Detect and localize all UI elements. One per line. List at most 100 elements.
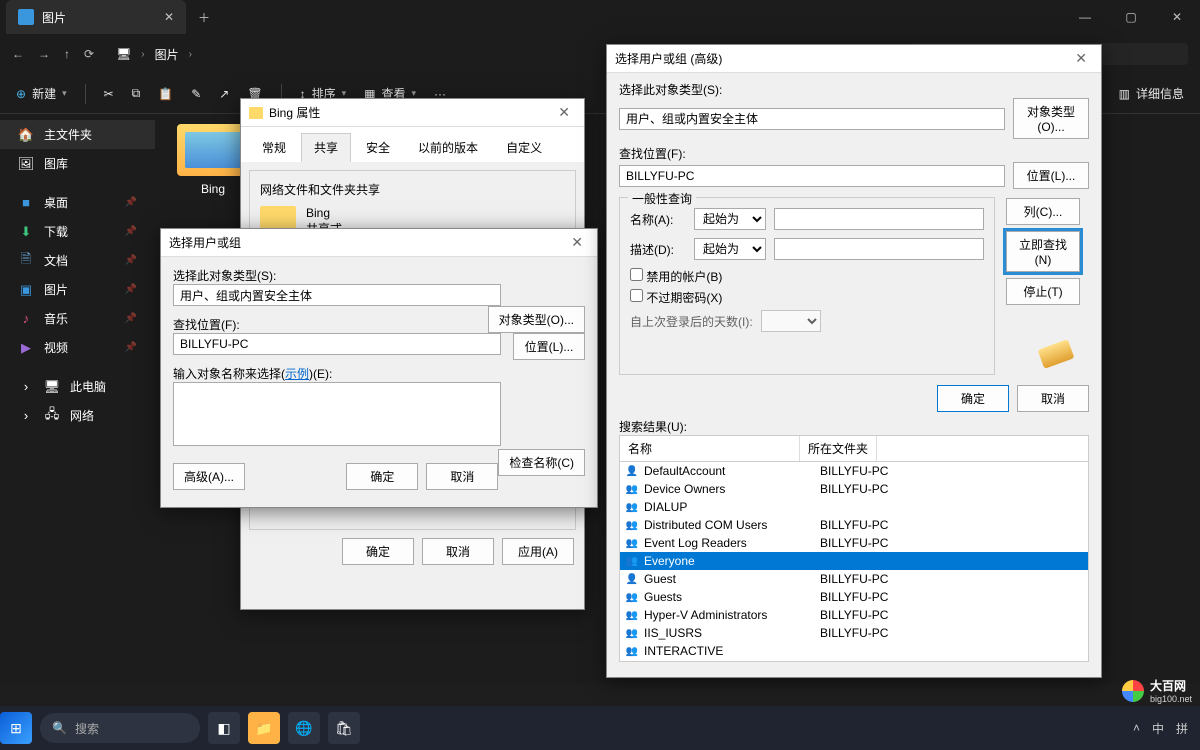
tab-custom[interactable]: 自定义	[493, 133, 555, 162]
start-button[interactable]: ⊞	[0, 712, 32, 744]
tab-security[interactable]: 安全	[353, 133, 403, 162]
path-segment[interactable]: 图片	[155, 46, 179, 63]
result-row[interactable]: 👤GuestBILLYFU-PC	[620, 570, 1088, 588]
principal-icon: 👥	[624, 482, 640, 496]
cancel-button[interactable]: 取消	[1017, 385, 1089, 412]
desc-match-select[interactable]: 起始为	[694, 238, 766, 260]
address-bar[interactable]: 🖥 › 图片 ›	[116, 46, 192, 63]
column-folder[interactable]: 所在文件夹	[800, 436, 877, 461]
principal-icon: 👥	[624, 536, 640, 550]
days-since-logon-label: 自上次登录后的天数(I):	[630, 313, 753, 330]
result-row[interactable]: 👥Hyper-V AdministratorsBILLYFU-PC	[620, 606, 1088, 624]
check-names-button[interactable]: 检查名称(C)	[498, 449, 585, 476]
system-tray[interactable]: ˄ 中 拼	[1133, 720, 1200, 737]
locations-button[interactable]: 位置(L)...	[1013, 162, 1089, 189]
columns-button[interactable]: 列(C)...	[1006, 198, 1080, 225]
cancel-button[interactable]: 取消	[422, 538, 494, 565]
tab-sharing[interactable]: 共享	[301, 133, 351, 162]
music-icon: ♪	[18, 311, 34, 327]
result-row[interactable]: 👥GuestsBILLYFU-PC	[620, 588, 1088, 606]
chevron-up-icon[interactable]: ˄	[1133, 721, 1140, 735]
taskbar-search[interactable]: 🔍搜索	[40, 713, 200, 743]
ime-lang1[interactable]: 中	[1152, 720, 1164, 737]
name-match-select[interactable]: 起始为	[694, 208, 766, 230]
watermark: 大百网big100.net	[1122, 677, 1192, 704]
rename-button[interactable]: ✎	[191, 87, 201, 101]
ok-button[interactable]: 确定	[346, 463, 418, 490]
new-button[interactable]: ⊕新建▾	[16, 85, 67, 102]
nonexpiring-password-checkbox[interactable]	[630, 289, 643, 302]
result-row[interactable]: 👥INTERACTIVE	[620, 642, 1088, 660]
paste-button[interactable]: 📋	[158, 87, 173, 101]
ime-lang2[interactable]: 拼	[1176, 720, 1188, 737]
disabled-accounts-checkbox[interactable]	[630, 268, 643, 281]
sidebar-pictures[interactable]: ▣图片📌	[0, 275, 155, 304]
close-window-button[interactable]: ✕	[1154, 0, 1200, 34]
column-name[interactable]: 名称	[620, 436, 800, 461]
up-button[interactable]: ↑	[64, 47, 70, 61]
close-button[interactable]: ✕	[552, 104, 576, 121]
explorer-taskbar-icon[interactable]: 📁	[248, 712, 280, 744]
store-taskbar-icon[interactable]: 🛍	[328, 712, 360, 744]
apply-button[interactable]: 应用(A)	[502, 538, 574, 565]
locations-button[interactable]: 位置(L)...	[513, 333, 585, 360]
sidebar-network[interactable]: ›🖧网络	[0, 401, 155, 430]
location-input[interactable]	[619, 165, 1005, 187]
close-button[interactable]: ✕	[1069, 50, 1093, 67]
advanced-button[interactable]: 高级(A)...	[173, 463, 245, 490]
find-now-button[interactable]: 立即查找(N)	[1006, 231, 1080, 272]
stop-button[interactable]: 停止(T)	[1006, 278, 1080, 305]
sidebar-videos[interactable]: ▶视频📌	[0, 333, 155, 362]
location-label: 查找位置(F):	[173, 318, 240, 332]
sidebar-downloads[interactable]: ⬇下载📌	[0, 217, 155, 246]
object-type-input[interactable]	[619, 108, 1005, 130]
ok-button[interactable]: 确定	[342, 538, 414, 565]
cut-button[interactable]: ✂	[104, 87, 114, 101]
titlebar: 图片 ✕ ＋ — ▢ ✕	[0, 0, 1200, 34]
copy-button[interactable]: ⧉	[132, 86, 141, 101]
window-tab[interactable]: 图片 ✕	[6, 0, 186, 34]
result-row[interactable]: 👥Everyone	[620, 552, 1088, 570]
result-row[interactable]: 👤IUSR	[620, 660, 1088, 662]
ok-button[interactable]: 确定	[937, 385, 1009, 412]
share-button[interactable]: ↗	[219, 87, 229, 101]
object-type-input[interactable]	[173, 284, 501, 306]
details-button[interactable]: ▥ 详细信息	[1119, 85, 1184, 102]
name-query-input[interactable]	[774, 208, 984, 230]
cancel-button[interactable]: 取消	[426, 463, 498, 490]
result-row[interactable]: 👤DefaultAccountBILLYFU-PC	[620, 462, 1088, 480]
result-row[interactable]: 👥Event Log ReadersBILLYFU-PC	[620, 534, 1088, 552]
sidebar-documents[interactable]: 🗎文档📌	[0, 246, 155, 275]
results-list[interactable]: 👤DefaultAccountBILLYFU-PC👥Device OwnersB…	[619, 462, 1089, 662]
refresh-button[interactable]: ⟳	[84, 47, 94, 61]
result-row[interactable]: 👥Distributed COM UsersBILLYFU-PC	[620, 516, 1088, 534]
maximize-button[interactable]: ▢	[1108, 0, 1154, 34]
sidebar-desktop[interactable]: ■桌面📌	[0, 188, 155, 217]
new-tab-button[interactable]: ＋	[186, 9, 222, 26]
object-types-button[interactable]: 对象类型(O)...	[488, 306, 585, 333]
pin-icon: 📌	[125, 197, 137, 208]
days-select[interactable]	[761, 310, 821, 332]
back-button[interactable]: ←	[12, 47, 24, 61]
names-textarea[interactable]	[173, 382, 501, 446]
close-tab-icon[interactable]: ✕	[164, 10, 174, 24]
forward-button[interactable]: →	[38, 47, 50, 61]
result-row[interactable]: 👥DIALUP	[620, 498, 1088, 516]
example-link[interactable]: 示例	[285, 367, 309, 381]
edge-taskbar-icon[interactable]: 🌐	[288, 712, 320, 744]
result-row[interactable]: 👥IIS_IUSRSBILLYFU-PC	[620, 624, 1088, 642]
sidebar-home[interactable]: 🏠主文件夹	[0, 120, 155, 149]
tab-previous[interactable]: 以前的版本	[405, 133, 491, 162]
sidebar-music[interactable]: ♪音乐📌	[0, 304, 155, 333]
object-types-button[interactable]: 对象类型(O)...	[1013, 98, 1089, 139]
location-input[interactable]	[173, 333, 501, 355]
tab-general[interactable]: 常规	[249, 133, 299, 162]
sidebar-gallery[interactable]: 🖼图库	[0, 149, 155, 178]
result-row[interactable]: 👥Device OwnersBILLYFU-PC	[620, 480, 1088, 498]
sidebar-thispc[interactable]: ›🖥此电脑	[0, 372, 155, 401]
minimize-button[interactable]: —	[1062, 0, 1108, 34]
chevron-right-icon: ›	[18, 408, 34, 424]
desc-query-input[interactable]	[774, 238, 984, 260]
task-view-button[interactable]: ◧	[208, 712, 240, 744]
close-button[interactable]: ✕	[565, 234, 589, 251]
